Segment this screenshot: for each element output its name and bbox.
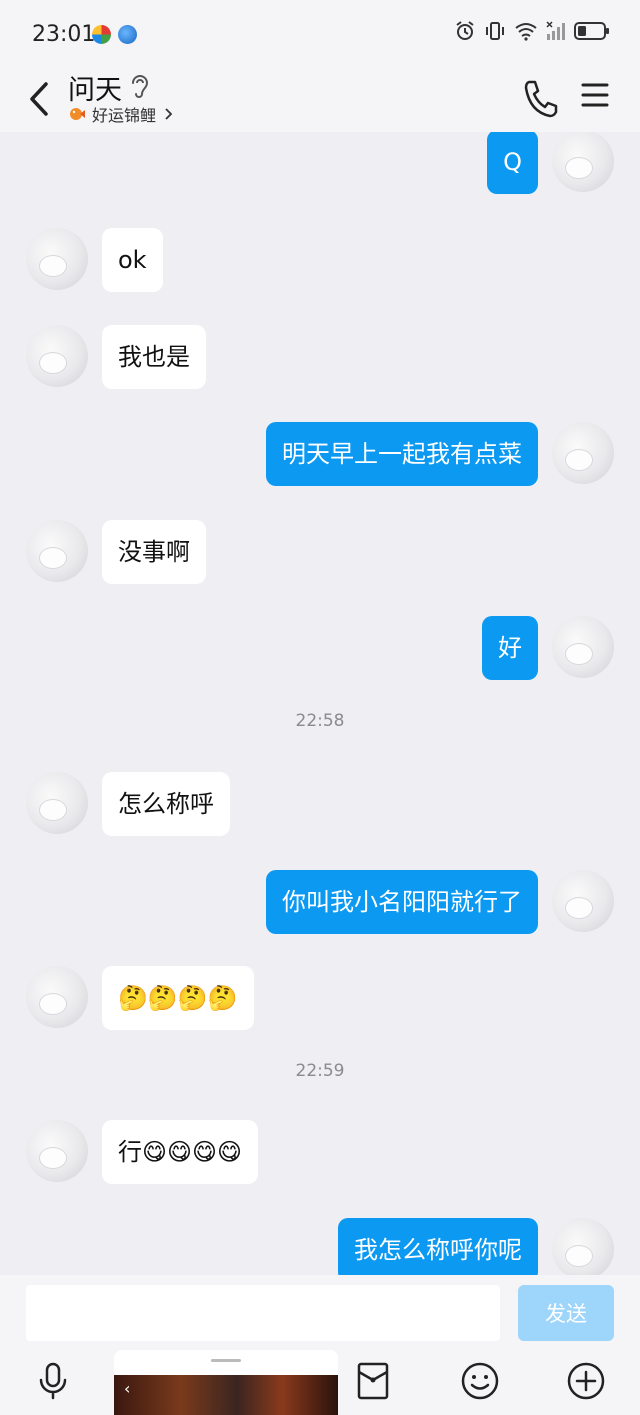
drag-handle[interactable] [211, 1359, 241, 1362]
message-bubble[interactable]: 我怎么称呼你呢 [338, 1218, 538, 1275]
contact-avatar[interactable] [26, 228, 88, 290]
chevron-right-icon [165, 108, 173, 120]
status-time: 23:01 [32, 22, 96, 47]
back-arrow-icon[interactable] [20, 74, 60, 124]
message-bubble[interactable]: 🤔🤔🤔🤔 [102, 966, 254, 1030]
message-outgoing: 你叫我小名阳阳就行了 [0, 870, 640, 936]
message-outgoing: 好 [0, 616, 640, 682]
my-avatar[interactable] [552, 616, 614, 678]
message-bubble[interactable]: 好 [482, 616, 538, 680]
timestamp: 22:58 [295, 711, 345, 731]
message-bubble[interactable]: Q [487, 132, 538, 194]
chat-header: 问天 好运锦鲤 [0, 68, 640, 132]
earpiece-mode-icon[interactable] [128, 72, 152, 100]
message-incoming: 我也是 [0, 325, 640, 391]
message-incoming: 没事啊 [0, 520, 640, 586]
chat-subtitle-label: 好运锦鲤 [92, 106, 157, 125]
input-bar: 发送 ‹ [0, 1275, 640, 1415]
contact-avatar[interactable] [26, 520, 88, 582]
koi-fish-icon [70, 108, 85, 120]
message-bubble[interactable]: 怎么称呼 [102, 772, 230, 836]
message-bubble[interactable]: 行😋😋😋😋 [102, 1120, 259, 1184]
wifi-icon [515, 23, 537, 41]
message-bubble[interactable]: ok [102, 228, 163, 292]
red-packet-icon[interactable] [356, 1361, 390, 1401]
signal-icon [546, 21, 565, 40]
message-outgoing: Q [0, 132, 640, 196]
contact-avatar[interactable] [26, 772, 88, 834]
contact-avatar[interactable] [26, 1120, 88, 1182]
message-bubble[interactable]: 明天早上一起我有点菜 [266, 422, 538, 486]
timestamp: 22:59 [295, 1061, 345, 1081]
status-bar: 23:01 [0, 0, 640, 68]
menu-icon[interactable] [580, 80, 610, 110]
message-outgoing: 明天早上一起我有点菜 [0, 422, 640, 488]
message-incoming: ok [0, 228, 640, 294]
my-avatar[interactable] [552, 422, 614, 484]
contact-avatar[interactable] [26, 966, 88, 1028]
battery-icon [574, 22, 609, 40]
message-bubble[interactable]: 没事啊 [102, 520, 206, 584]
emoji-icon[interactable] [460, 1361, 500, 1401]
app-notification-icon [92, 25, 111, 44]
browser-notification-icon [118, 25, 137, 44]
image-preview-popup[interactable]: ‹ [114, 1350, 338, 1415]
message-incoming: 怎么称呼 [0, 772, 640, 838]
message-input[interactable] [26, 1285, 500, 1341]
my-avatar[interactable] [552, 1218, 614, 1275]
vibrate-icon [486, 22, 504, 40]
message-outgoing: 我怎么称呼你呢 [0, 1218, 640, 1275]
my-avatar[interactable] [552, 870, 614, 932]
contact-avatar[interactable] [26, 325, 88, 387]
my-avatar[interactable] [552, 132, 614, 192]
chevron-left-icon[interactable]: ‹ [124, 1379, 130, 1398]
phone-call-icon[interactable] [520, 76, 560, 120]
message-incoming: 行😋😋😋😋 [0, 1120, 640, 1186]
alarm-icon [456, 21, 474, 40]
message-incoming: 🤔🤔🤔🤔 [0, 966, 640, 1032]
send-button[interactable]: 发送 [518, 1285, 614, 1341]
microphone-icon[interactable] [36, 1361, 70, 1401]
message-bubble[interactable]: 你叫我小名阳阳就行了 [266, 870, 538, 934]
chat-message-list[interactable]: Q ok 我也是 明天早上一起我有点菜 没事啊 好 22:58 怎么称呼 你叫我… [0, 132, 640, 1275]
message-bubble[interactable]: 我也是 [102, 325, 206, 389]
chat-subtitle[interactable]: 好运锦鲤 [68, 102, 174, 126]
image-thumbnail[interactable]: ‹ [114, 1375, 338, 1415]
plus-icon[interactable] [566, 1361, 606, 1401]
